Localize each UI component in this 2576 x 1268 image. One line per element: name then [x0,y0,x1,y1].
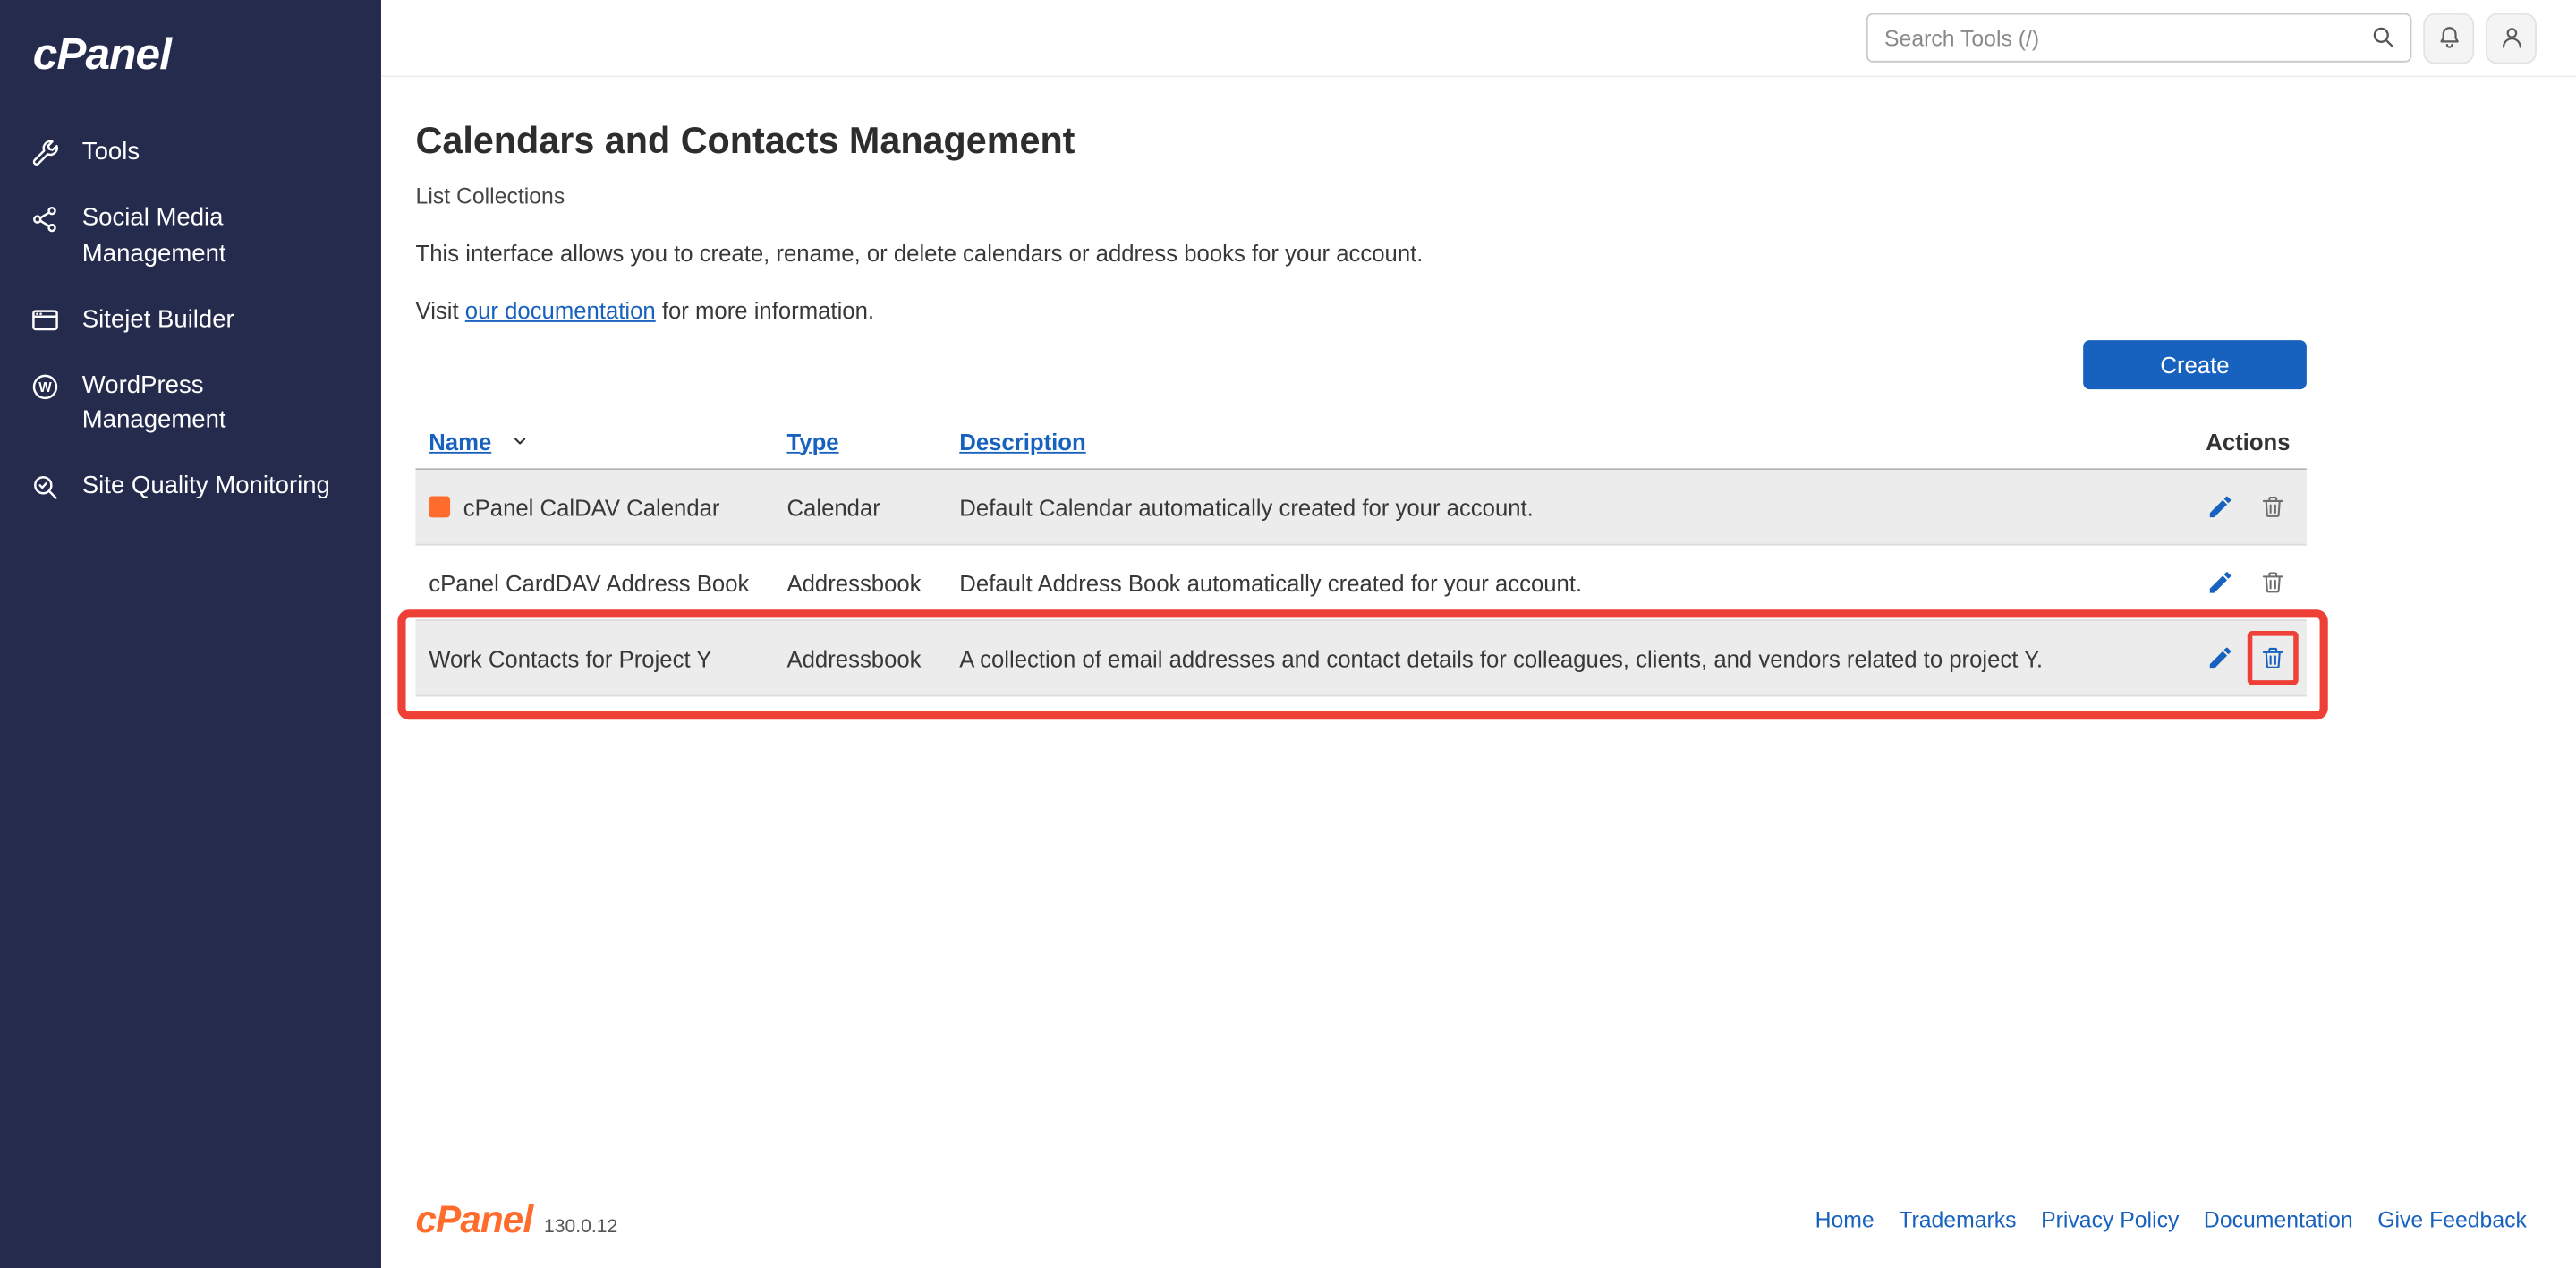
footer-link-give-feedback[interactable]: Give Feedback [2377,1208,2527,1233]
sort-description-link[interactable]: Description [959,428,1085,454]
sidebar-item-label: WordPress Management [81,370,226,435]
intro-text: This interface allows you to create, ren… [415,240,1424,267]
chevron-down-icon [511,432,529,450]
pencil-icon [2206,493,2234,521]
collection-name: Work Contacts for Project Y [429,644,712,672]
pencil-icon [2206,644,2234,672]
search-input[interactable] [1866,13,2412,63]
sidebar-item-tools[interactable]: Tools [0,120,381,185]
cpanel-footer-logo: cPanel [415,1197,534,1241]
wrench-icon [30,138,63,171]
collection-description: A collection of email addresses and cont… [959,644,2044,672]
collection-type: Calendar [786,493,880,521]
delete-button[interactable] [2256,566,2291,600]
search-box [1866,13,2412,63]
collection-name-cell: Work Contacts for Project Y [416,645,787,671]
delete-button[interactable] [2256,641,2291,676]
edit-button[interactable] [2203,641,2238,676]
bell-icon [2434,23,2463,53]
table-row: cPanel CalDAV Calendar Calendar Default … [415,470,2307,546]
docs-suffix: for more information. [655,297,875,324]
sidebar-item-label: Social Media Management [81,203,226,268]
header-type: Type [786,428,959,454]
notifications-button[interactable] [2423,12,2475,64]
app-window: cPanel Tools Social Media Management Sit… [0,0,2576,1268]
table-row-highlighted: Work Contacts for Project Y Addressbook … [397,609,2328,720]
topbar [380,0,2576,78]
search-icon[interactable] [2369,23,2397,51]
collection-name: cPanel CalDAV Calendar [463,493,720,521]
footer-link-home[interactable]: Home [1815,1208,1875,1233]
version-text: 130.0.12 [544,1217,618,1238]
documentation-link[interactable]: our documentation [465,297,656,323]
collection-name-cell: cPanel CalDAV Calendar [416,494,787,520]
trash-icon [2259,493,2287,521]
share-nodes-icon [30,204,63,237]
sidebar-item-site-quality-monitoring[interactable]: Site Quality Monitoring [0,454,381,519]
collections-table: Name Type Description Actions cPanel Cal… [397,414,2328,720]
sort-name-link[interactable]: Name [429,428,491,454]
svg-text:W: W [38,379,52,395]
collection-description: Default Calendar automatically created f… [959,493,1534,521]
header-actions: Actions [2206,428,2291,455]
sidebar-item-label: Site Quality Monitoring [81,471,330,500]
edit-button[interactable] [2203,489,2238,524]
user-icon [2496,23,2526,53]
docs-text: Visit our documentation for more informa… [416,297,2576,323]
cpanel-logo[interactable]: cPanel [0,0,381,120]
main-area: Calendars and Contacts Management List C… [380,0,2576,1268]
sort-type-link[interactable]: Type [786,428,838,454]
footer-links: Home Trademarks Privacy Policy Documenta… [1815,1208,2527,1233]
sidebar-item-social-media-management[interactable]: Social Media Management [0,185,381,286]
table-header-row: Name Type Description Actions [415,414,2307,471]
sidebar: cPanel Tools Social Media Management Sit… [0,0,381,1268]
page-subtitle: List Collections [415,183,565,209]
row-actions [2142,566,2307,600]
delete-button[interactable] [2256,489,2291,524]
collection-description: Default Address Book automatically creat… [959,569,1583,596]
pencil-icon [2206,568,2234,596]
collection-type: Addressbook [786,644,922,672]
browser-window-icon [30,305,63,338]
page-content: Calendars and Contacts Management List C… [381,77,2576,1197]
page-title: Calendars and Contacts Management [415,120,1075,161]
sidebar-nav: Tools Social Media Management Sitejet Bu… [0,120,381,519]
sidebar-item-label: Tools [81,138,140,166]
header-name: Name [416,428,787,455]
collection-name: cPanel CardDAV Address Book [429,569,750,596]
magnifier-check-icon [30,472,63,505]
sidebar-item-label: Sitejet Builder [81,304,234,333]
sidebar-item-sitejet-builder[interactable]: Sitejet Builder [0,286,381,352]
collection-type: Addressbook [786,569,922,596]
calendar-color-swatch [429,496,451,518]
create-button[interactable]: Create [2083,340,2307,390]
create-row: Create [416,340,2307,390]
table-row: cPanel CardDAV Address Book Addressbook … [415,546,2307,622]
row-actions [2142,631,2307,685]
trash-icon [2259,568,2287,596]
footer-link-privacy-policy[interactable]: Privacy Policy [2041,1208,2179,1233]
footer-brand: cPanel 130.0.12 [416,1198,618,1243]
footer-link-trademarks[interactable]: Trademarks [1899,1208,2016,1233]
row-actions [2142,489,2307,524]
header-description: Description [959,428,2142,454]
footer: cPanel 130.0.12 Home Trademarks Privacy … [381,1198,2576,1268]
footer-link-documentation[interactable]: Documentation [2204,1208,2353,1233]
sidebar-item-wordpress-management[interactable]: W WordPress Management [0,353,381,454]
account-button[interactable] [2486,12,2537,64]
docs-prefix: Visit [415,297,465,324]
wordpress-icon: W [30,370,63,404]
edit-button[interactable] [2203,566,2238,600]
collection-name-cell: cPanel CardDAV Address Book [416,569,787,595]
trash-icon [2259,644,2287,672]
